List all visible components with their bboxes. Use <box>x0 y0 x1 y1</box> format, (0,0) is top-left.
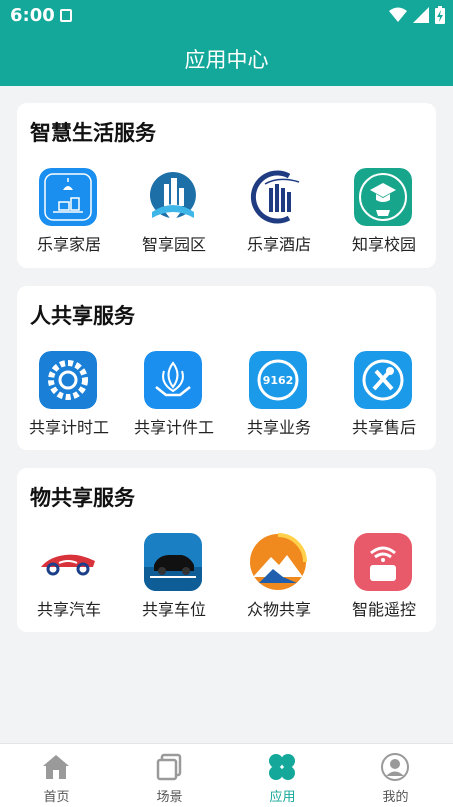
service-item-after-sales[interactable]: 共享售后 <box>332 348 436 448</box>
tab-profile[interactable]: 我的 <box>339 744 452 807</box>
service-grid: 乐享家居 智享园区 乐享酒店 知享校园 <box>17 165 436 265</box>
service-item-remote-control[interactable]: 智能遥控 <box>332 530 436 630</box>
goods-share-icon <box>249 533 307 591</box>
parking-icon <box>144 533 202 591</box>
tab-label: 首页 <box>43 790 70 805</box>
section-card-smart-life: 智慧生活服务 乐享家居 智享园区 乐享酒店 知享校园 <box>17 103 436 268</box>
section-title: 物共享服务 <box>30 486 135 510</box>
business-icon-text: 9162 <box>263 374 294 387</box>
service-item-business[interactable]: 9162 共享业务 <box>227 348 331 448</box>
service-item-smart-home[interactable]: 乐享家居 <box>17 165 121 265</box>
bottom-tab-bar: 首页 场景 应用 我的 <box>0 743 453 807</box>
tab-home[interactable]: 首页 <box>0 744 113 807</box>
park-icon <box>144 168 202 226</box>
service-item-hourly-worker[interactable]: 共享计时工 <box>17 348 121 448</box>
service-item-park[interactable]: 智享园区 <box>122 165 226 265</box>
service-label: 共享计件工 <box>133 418 214 437</box>
business-icon: 9162 <box>249 351 307 409</box>
service-item-parking[interactable]: 共享车位 <box>122 530 226 630</box>
status-bar: 6:00 <box>0 0 453 32</box>
campus-icon <box>354 168 412 226</box>
profile-icon <box>381 753 409 781</box>
service-label: 智能遥控 <box>351 600 416 619</box>
service-label: 共享售后 <box>351 418 416 437</box>
service-label: 共享计时工 <box>28 418 109 437</box>
app-bar: 应用中心 <box>0 32 453 86</box>
battery-icon <box>435 6 445 24</box>
service-label: 乐享家居 <box>36 235 101 254</box>
after-sales-icon <box>354 351 412 409</box>
tab-apps[interactable]: 应用 <box>226 744 339 807</box>
status-icons <box>389 6 445 24</box>
section-title: 人共享服务 <box>30 304 135 328</box>
remote-control-icon <box>354 533 412 591</box>
service-item-goods-share[interactable]: 众物共享 <box>227 530 331 630</box>
piece-worker-icon <box>144 351 202 409</box>
section-card-people-share: 人共享服务 共享计时工 共享计件工 9162 共享业务 共享售后 <box>17 286 436 450</box>
wifi-icon <box>389 7 407 22</box>
service-label: 知享校园 <box>351 235 416 254</box>
service-item-campus[interactable]: 知享校园 <box>332 165 436 265</box>
service-grid: 共享计时工 共享计件工 9162 共享业务 共享售后 <box>17 348 436 448</box>
car-icon <box>39 533 97 591</box>
smart-home-icon <box>39 168 97 226</box>
tab-scene[interactable]: 场景 <box>113 744 226 807</box>
status-time: 6:00 <box>10 5 55 26</box>
hotel-icon <box>249 168 307 226</box>
service-grid: 共享汽车 共享车位 众物共享 智能遥控 <box>17 530 436 630</box>
home-icon <box>43 755 69 779</box>
tab-label: 我的 <box>382 790 409 805</box>
signal-icon <box>413 7 429 23</box>
service-label: 智享园区 <box>141 235 206 254</box>
scene-icon <box>156 753 182 781</box>
notification-icon <box>60 9 72 22</box>
service-label: 众物共享 <box>246 600 311 619</box>
tab-label: 应用 <box>269 790 296 805</box>
page-title: 应用中心 <box>184 48 269 72</box>
service-label: 共享汽车 <box>36 600 101 619</box>
apps-icon <box>269 754 295 780</box>
service-label: 共享业务 <box>246 418 311 437</box>
service-item-piece-worker[interactable]: 共享计件工 <box>122 348 226 448</box>
service-item-hotel[interactable]: 乐享酒店 <box>227 165 331 265</box>
tab-label: 场景 <box>156 790 183 805</box>
section-title: 智慧生活服务 <box>30 121 156 145</box>
section-card-goods-share: 物共享服务 共享汽车 共享车位 众物共享 智能遥控 <box>17 468 436 632</box>
hourly-worker-icon <box>39 351 97 409</box>
service-label: 乐享酒店 <box>246 235 311 254</box>
service-label: 共享车位 <box>141 600 206 619</box>
service-item-car[interactable]: 共享汽车 <box>17 530 121 630</box>
